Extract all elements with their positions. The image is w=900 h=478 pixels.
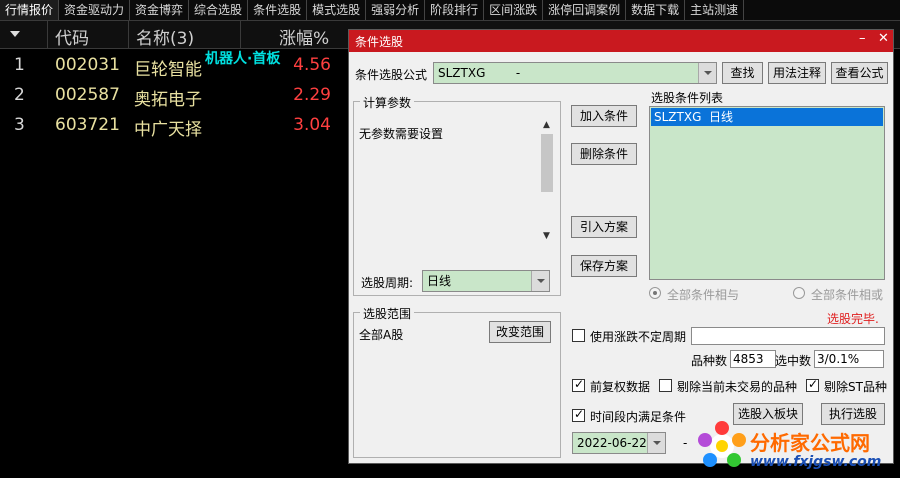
exclude-untraded-label: 剔除当前未交易的品种 (677, 380, 798, 394)
row-index: 2 (14, 85, 25, 105)
import-plan-button[interactable]: 引入方案 (571, 216, 637, 238)
time-range-label: 时间段内满足条件 (590, 410, 687, 424)
variable-period-field[interactable] (691, 327, 885, 345)
scope-value: 全部A股 (359, 328, 404, 342)
start-date-picker[interactable]: 2022-06-22 (572, 432, 666, 454)
selected-count-value: 3/0.1% (814, 350, 884, 368)
dialog-title: 条件选股 (355, 35, 404, 49)
radio-all-or[interactable] (793, 287, 805, 299)
exclude-st-checkbox[interactable] (806, 377, 819, 392)
start-date-value: 2022-06-22 (577, 436, 647, 450)
stock-row[interactable]: 3 603721 中广天择 3.04 (0, 111, 345, 141)
watermark-text: 分析家公式网 (750, 431, 870, 455)
formula-label: 条件选股公式 (355, 68, 428, 82)
status-text: 选股完毕. (827, 312, 879, 326)
tab-pattern-pick[interactable]: 模式选股 (307, 0, 367, 20)
stock-change: 2.29 (293, 85, 331, 105)
variable-period-checkbox[interactable] (572, 329, 585, 342)
change-scope-button[interactable]: 改变范围 (489, 321, 551, 343)
scope-group-title: 选股范围 (360, 305, 415, 322)
params-scrollbar[interactable]: ▲ ▼ (539, 118, 555, 244)
scroll-down-icon[interactable]: ▼ (543, 231, 550, 241)
exclude-untraded-checkbox[interactable] (659, 379, 672, 392)
tab-comprehensive-pick[interactable]: 综合选股 (189, 0, 249, 20)
stock-name: 奥拓电子 (134, 90, 202, 110)
tab-range-change[interactable]: 区间涨跌 (484, 0, 544, 20)
date-separator: - (683, 436, 688, 450)
minimize-icon[interactable]: – (859, 31, 866, 46)
row-index: 3 (14, 115, 25, 135)
tab-stage-ranking[interactable]: 阶段排行 (425, 0, 485, 20)
stock-name: 巨轮智能 (134, 60, 202, 80)
radio-all-and[interactable] (649, 287, 661, 299)
column-header-name[interactable]: 名称(3) (136, 24, 194, 49)
formula-select[interactable]: SLZTXG - (433, 62, 717, 84)
time-range-checkbox[interactable] (572, 407, 585, 422)
period-label: 选股周期: (361, 276, 414, 290)
column-divider (128, 21, 129, 48)
scroll-thumb[interactable] (541, 134, 553, 192)
period-select[interactable]: 日线 (422, 270, 550, 292)
period-select-value: 日线 (427, 274, 452, 288)
tab-strength-analysis[interactable]: 强弱分析 (366, 0, 426, 20)
stock-row[interactable]: 1 002031 巨轮智能 4.56 (0, 51, 345, 81)
stock-change: 4.56 (293, 55, 331, 75)
close-icon[interactable]: ✕ (878, 31, 889, 46)
chevron-down-icon[interactable] (647, 433, 665, 453)
stock-code: 603721 (55, 115, 120, 135)
column-divider (240, 21, 241, 48)
sort-arrow-icon[interactable] (10, 31, 20, 37)
condition-list-item[interactable]: SLZTXG 日线 (651, 108, 883, 126)
find-button[interactable]: 查找 (722, 62, 763, 84)
formula-select-value: SLZTXG - (438, 66, 521, 80)
condition-pick-dialog: 条件选股 – ✕ 条件选股公式 SLZTXG - 查找 用法注释 查看公式 计算… (348, 29, 894, 464)
watermark-logo-icon (698, 421, 746, 467)
row-index: 1 (14, 55, 25, 75)
prefix-adjust-checkbox[interactable] (572, 377, 585, 392)
condition-list-label: 选股条件列表 (651, 91, 724, 105)
stock-change: 3.04 (293, 115, 331, 135)
prefix-adjust-label: 前复权数据 (590, 380, 651, 394)
scroll-up-icon[interactable]: ▲ (543, 120, 550, 130)
tab-fund-game[interactable]: 资金博弈 (130, 0, 190, 20)
exclude-st-label: 剔除ST品种 (824, 380, 887, 394)
no-params-text: 无参数需要设置 (359, 127, 444, 141)
site-watermark: 分析家公式网 www.fxjgsw.com (694, 418, 894, 474)
radio-all-and-label: 全部条件相与 (667, 288, 740, 302)
top-menu-bar: 行情报价 资金驱动力 资金博弈 综合选股 条件选股 模式选股 强弱分析 阶段排行… (0, 0, 900, 21)
tab-fund-drive[interactable]: 资金驱动力 (59, 0, 131, 20)
delete-condition-button[interactable]: 删除条件 (571, 143, 637, 165)
dialog-titlebar[interactable]: 条件选股 – ✕ (349, 30, 893, 52)
add-condition-button[interactable]: 加入条件 (571, 105, 637, 127)
stock-name: 中广天择 (134, 120, 202, 140)
tab-condition-pick[interactable]: 条件选股 (248, 0, 308, 20)
tab-quotes[interactable]: 行情报价 (0, 0, 60, 20)
chevron-down-icon[interactable] (531, 271, 549, 291)
selected-count-label: 选中数 (775, 354, 812, 368)
variable-period-label: 使用涨跌不定周期 (590, 330, 687, 344)
save-plan-button[interactable]: 保存方案 (571, 255, 637, 277)
params-group-title: 计算参数 (360, 94, 415, 111)
stock-row[interactable]: 2 002587 奥拓电子 2.29 (0, 81, 345, 111)
usage-note-button[interactable]: 用法注释 (768, 62, 826, 84)
app-window: 行情报价 资金驱动力 资金博弈 综合选股 条件选股 模式选股 强弱分析 阶段排行… (0, 0, 900, 478)
column-divider (47, 21, 48, 48)
column-header-code[interactable]: 代码 (55, 24, 89, 49)
watermark-url: www.fxjgsw.com (750, 454, 882, 470)
tab-limit-pullback[interactable]: 涨停回调案例 (543, 0, 627, 20)
view-formula-button[interactable]: 查看公式 (831, 62, 888, 84)
condition-list[interactable]: SLZTXG 日线 (649, 106, 885, 280)
concept-label: 机器人·首板 (205, 51, 281, 67)
variety-count-value: 4853 (730, 350, 776, 368)
radio-all-or-label: 全部条件相或 (811, 288, 884, 302)
tab-data-download[interactable]: 数据下载 (626, 0, 686, 20)
column-header-change[interactable]: 涨幅% (279, 24, 329, 49)
stock-code: 002031 (55, 55, 120, 75)
chevron-down-icon[interactable] (698, 63, 716, 83)
stock-code: 002587 (55, 85, 120, 105)
variety-count-label: 品种数 (691, 354, 728, 368)
tab-server-speed[interactable]: 主站测速 (685, 0, 745, 20)
